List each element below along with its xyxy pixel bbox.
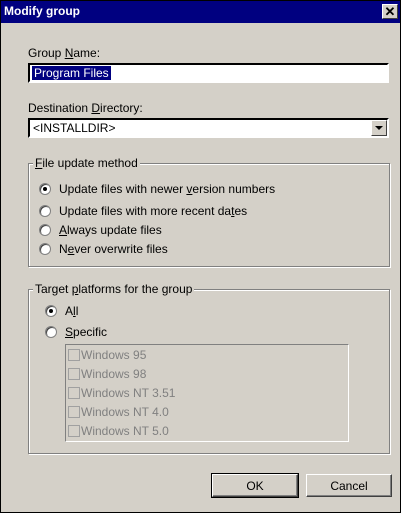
cancel-button[interactable]: Cancel <box>306 474 392 497</box>
destination-directory-value: <INSTALLDIR> <box>33 121 116 135</box>
dropdown-button[interactable] <box>371 120 387 136</box>
checkbox-label-windows-nt-50: Windows NT 5.0 <box>81 424 169 438</box>
radio-recent-dates-label[interactable]: Update files with more recent dates <box>59 204 247 218</box>
ok-button-label: OK <box>246 478 264 493</box>
checkbox-label-windows-nt-351: Windows NT 3.51 <box>81 386 176 400</box>
close-icon: ✕ <box>384 4 396 19</box>
modify-group-dialog: Modify group ✕ Group Name: Program Files… <box>0 0 401 513</box>
radio-specific-platforms[interactable] <box>45 326 57 338</box>
ok-button[interactable]: OK <box>211 473 299 498</box>
radio-recent-dates[interactable] <box>39 205 51 217</box>
checkbox-windows-nt-40[interactable] <box>68 406 80 418</box>
radio-all-platforms[interactable] <box>45 305 57 317</box>
file-update-method-legend: File update method <box>33 156 140 170</box>
group-name-value: Program Files <box>32 66 111 80</box>
destination-directory-label: Destination Directory: <box>28 101 143 115</box>
cancel-button-label: Cancel <box>330 478 368 493</box>
checkbox-label-windows-98: Windows 98 <box>81 367 147 381</box>
checkbox-windows-98[interactable] <box>68 368 80 380</box>
radio-specific-platforms-label[interactable]: Specific <box>65 325 107 339</box>
group-name-input[interactable]: Program Files <box>28 63 389 83</box>
radio-always-update[interactable] <box>39 224 51 236</box>
checkbox-windows-95[interactable] <box>68 349 80 361</box>
destination-directory-dropdown[interactable]: <INSTALLDIR> <box>28 118 389 138</box>
checkbox-windows-nt-351[interactable] <box>68 387 80 399</box>
dialog-title: Modify group <box>4 4 80 18</box>
close-button[interactable]: ✕ <box>382 4 398 19</box>
checkbox-windows-nt-50[interactable] <box>68 425 80 437</box>
radio-newer-version-label[interactable]: Update files with newer version numbers <box>59 182 275 196</box>
radio-all-platforms-label[interactable]: All <box>65 304 78 318</box>
title-bar[interactable]: Modify group ✕ <box>1 1 400 23</box>
radio-never-overwrite[interactable] <box>39 243 51 255</box>
radio-never-overwrite-label[interactable]: Never overwrite files <box>59 242 168 256</box>
platform-list[interactable]: Windows 95 Windows 98 Windows NT 3.51 Wi… <box>65 344 349 442</box>
checkbox-label-windows-95: Windows 95 <box>81 348 147 362</box>
group-name-label: Group Name: <box>28 46 101 60</box>
radio-always-update-label[interactable]: Always update files <box>59 223 162 237</box>
chevron-down-icon <box>375 126 383 130</box>
radio-newer-version[interactable] <box>39 183 51 195</box>
checkbox-label-windows-nt-40: Windows NT 4.0 <box>81 405 169 419</box>
target-platforms-legend: Target platforms for the group <box>33 282 195 296</box>
